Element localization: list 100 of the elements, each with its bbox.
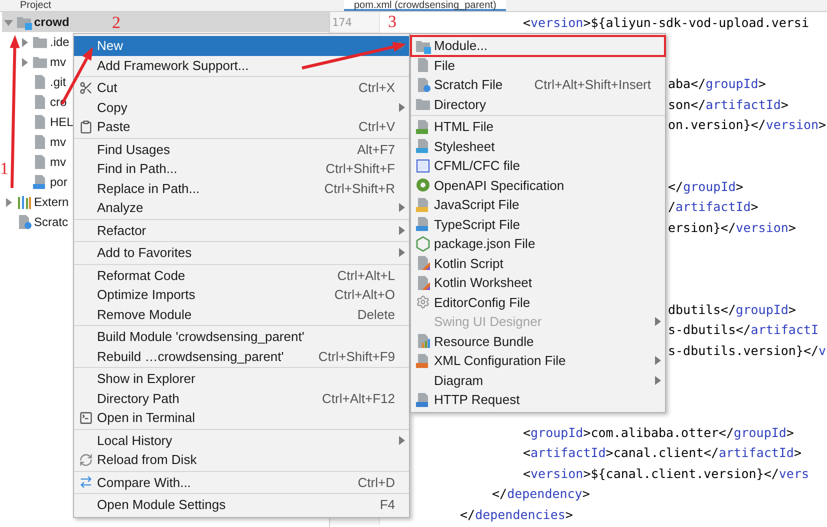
code-line: </dependency>	[492, 486, 590, 502]
menu-item[interactable]: XML Configuration File	[411, 351, 665, 370]
menu-item[interactable]: Reload from Disk	[74, 450, 409, 470]
shortcut-label: Ctrl+Alt+O	[333, 287, 395, 302]
code-line: </dependencies>	[460, 506, 573, 522]
shortcut-label: Ctrl+D	[356, 474, 395, 490]
menu-item[interactable]: Show in Explorer	[74, 369, 409, 388]
editor-tab[interactable]: pom.xml (crowdsensing_parent)	[344, 0, 506, 11]
shortcut-label: Ctrl+Shift+F9	[317, 348, 395, 364]
tree-item[interactable]: .ide	[18, 32, 72, 52]
tree-item[interactable]: mv	[18, 132, 68, 152]
folder-icon	[414, 96, 430, 112]
menu-item[interactable]: JavaScript File	[411, 195, 665, 214]
caret-icon[interactable]	[4, 18, 12, 26]
menu-item[interactable]: Kotlin Worksheet	[411, 273, 665, 292]
menu-item[interactable]: Reformat Code Ctrl+Alt+L	[74, 266, 409, 285]
scratch-file-icon	[16, 214, 32, 230]
annotation-number: 2	[112, 14, 120, 31]
menu-item[interactable]: Compare With... Ctrl+D	[74, 472, 409, 492]
folder-icon	[32, 34, 48, 50]
refresh-icon	[78, 452, 92, 467]
tree-item[interactable]: mv	[18, 52, 68, 72]
menu-item[interactable]: Paste Ctrl+V	[74, 117, 409, 136]
circle-icon	[414, 177, 430, 194]
menu-item[interactable]: Resource Bundle	[411, 332, 665, 351]
panel-title: Project	[20, 0, 52, 11]
menu-item[interactable]: Replace in Path... Ctrl+Shift+R	[74, 178, 409, 198]
menu-item[interactable]: Diagram	[411, 370, 665, 390]
menu-item[interactable]: Stylesheet	[411, 136, 665, 156]
menu-item[interactable]: Build Module 'crowdsensing_parent'	[74, 327, 409, 346]
shortcut-label: Alt+F7	[356, 142, 395, 157]
shortcut-label: Ctrl+Alt+F12	[321, 390, 395, 406]
code-line: <version>${canal.client.version}</vers	[523, 466, 809, 481]
code-line: s-dbutils.version}</v	[668, 342, 826, 358]
shortcut-label: Ctrl+Shift+R	[323, 180, 395, 196]
menu-item[interactable]: package.json File	[411, 234, 665, 254]
menu-item[interactable]: Add Framework Support...	[74, 56, 409, 75]
menu-item[interactable]: Copy	[74, 98, 409, 117]
menu-item[interactable]: Module...	[411, 36, 665, 56]
annotation-number: 1	[0, 160, 8, 177]
shortcut-label: Ctrl+V	[358, 119, 395, 134]
menu-item[interactable]: Local History	[74, 430, 409, 450]
menu-item[interactable]: Open Module Settings F4	[74, 495, 409, 514]
hexagon-icon	[414, 236, 430, 252]
shortcut-label: Ctrl+Shift+F	[324, 161, 395, 176]
menu-item[interactable]: Directory Path Ctrl+Alt+F12	[74, 388, 409, 408]
menu-item[interactable]: Refactor	[74, 220, 409, 240]
menu-item[interactable]: Find Usages Alt+F7	[74, 140, 409, 159]
scissors-icon	[78, 80, 92, 95]
menu-item[interactable]: Directory	[411, 94, 665, 114]
code-line: s-dbutils</artifactI	[668, 322, 819, 338]
menu-item[interactable]: Optimize Imports Ctrl+Alt+O	[74, 285, 409, 304]
menu-item[interactable]: TypeScript File	[411, 214, 665, 234]
code-line: <artifactId>canal.client</artifactId>	[523, 445, 802, 460]
menu-item[interactable]: OpenAPI Specification	[411, 176, 665, 195]
terminal-icon	[78, 410, 92, 425]
code-line: </groupId>	[668, 178, 744, 194]
menu-item[interactable]: Find in Path... Ctrl+Shift+F	[74, 159, 409, 178]
menu-item[interactable]: Analyze	[74, 198, 409, 218]
menu-item[interactable]: HTTP Request	[411, 390, 665, 410]
clipboard-icon	[78, 120, 92, 134]
tree-item[interactable]: Scratc	[2, 212, 70, 232]
code-line: <version>${aliyun-sdk-vod-upload.versi	[523, 14, 809, 30]
shortcut-label: Ctrl+X	[358, 80, 395, 96]
menu-item[interactable]: CFML/CFC file	[411, 156, 665, 176]
menu-item[interactable]: Cut Ctrl+X	[74, 78, 409, 98]
shortcut-label: Ctrl+Alt+Shift+Insert	[533, 77, 651, 92]
menu-item[interactable]: Rebuild …crowdsensing_parent' Ctrl+Shift+F9	[74, 346, 409, 366]
menu-item[interactable]: Open in Terminal	[74, 408, 409, 428]
menu-item[interactable]: File	[411, 56, 665, 75]
code-line: /artifactId>	[668, 199, 758, 214]
tree-item[interactable]: .git	[18, 72, 68, 92]
code-line: <groupId>com.alibaba.otter</groupId>	[523, 424, 794, 440]
arrows-icon	[78, 475, 92, 490]
library-icon	[16, 194, 32, 210]
shortcut-label: F4	[378, 497, 395, 512]
caret-icon[interactable]	[4, 198, 12, 206]
tree-item[interactable]: por	[18, 172, 70, 192]
menu-item[interactable]: Scratch File Ctrl+Alt+Shift+Insert	[411, 75, 665, 94]
module-folder-icon	[16, 14, 32, 30]
tree-item[interactable]: Extern	[2, 192, 71, 212]
code-line: son</artifactId>	[668, 96, 788, 112]
caret-icon[interactable]	[20, 58, 28, 66]
code-line: on.version}</version>	[668, 117, 826, 132]
line-number: 174	[332, 16, 352, 29]
shortcut-label: Ctrl+Alt+L	[336, 268, 395, 283]
menu-item[interactable]: Kotlin Script	[411, 254, 665, 273]
shortcut-label: Delete	[356, 306, 395, 322]
gear-icon	[416, 295, 430, 310]
tree-item[interactable]: HEL	[18, 112, 76, 132]
menu-item[interactable]: Add to Favorites	[74, 243, 409, 262]
code-line: dbutils</groupId>	[668, 302, 796, 317]
tree-item[interactable]: mv	[18, 152, 68, 172]
menu-item[interactable]: New	[74, 36, 409, 56]
annotation-number: 3	[388, 13, 396, 30]
menu-item[interactable]: Remove Module Delete	[74, 304, 409, 324]
menu-item[interactable]: EditorConfig File	[411, 292, 665, 312]
caret-icon[interactable]	[20, 38, 28, 46]
menu-item[interactable]: HTML File	[411, 117, 665, 136]
folder-icon	[32, 54, 48, 70]
